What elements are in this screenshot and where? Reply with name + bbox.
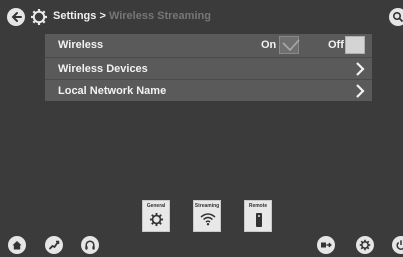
home-button[interactable]: [8, 236, 26, 254]
home-icon: [12, 241, 22, 250]
settings-tabs: General Streaming Remote: [0, 200, 403, 236]
search-button[interactable]: [389, 8, 403, 26]
wireless-devices-row[interactable]: Wireless Devices: [45, 57, 372, 79]
breadcrumb-current: Wireless Streaming: [108, 10, 211, 22]
tab-general[interactable]: General: [142, 200, 170, 232]
wireless-off-checkbox[interactable]: [345, 36, 365, 54]
power-icon: [396, 240, 403, 250]
tab-streaming[interactable]: Streaming: [193, 200, 221, 232]
performance-button[interactable]: [45, 236, 63, 254]
wireless-label: Wireless: [58, 39, 104, 51]
breadcrumb: Settings > Wireless Streaming: [53, 10, 211, 22]
source-input-button[interactable]: [317, 236, 335, 254]
local-network-name-row[interactable]: Local Network Name: [45, 79, 372, 101]
wireless-devices-label: Wireless Devices: [58, 63, 148, 75]
checkmark-icon: [282, 39, 300, 52]
search-icon: [392, 11, 403, 23]
chevron-right-icon: [356, 84, 365, 98]
top-bar: Settings > Wireless Streaming: [0, 0, 403, 32]
gear-icon: [359, 239, 371, 251]
local-network-name-label: Local Network Name: [58, 85, 167, 97]
wifi-icon: [200, 213, 216, 226]
settings-button[interactable]: [356, 236, 374, 254]
settings-list: Wireless On Off Wireless Devices Local N…: [45, 34, 372, 101]
tab-remote-label: Remote: [248, 203, 268, 209]
wireless-off-label: Off: [328, 39, 344, 51]
headphones-icon: [85, 240, 95, 250]
tab-streaming-label: Streaming: [194, 203, 220, 209]
chevron-right-icon: [356, 62, 365, 76]
headphones-button[interactable]: [81, 236, 99, 254]
tab-general-label: General: [146, 203, 166, 209]
power-button[interactable]: [392, 236, 403, 254]
wireless-row: Wireless On Off: [45, 34, 372, 56]
gear-icon: [31, 9, 47, 25]
wireless-on-label: On: [261, 39, 277, 51]
back-arrow-icon: [11, 12, 22, 22]
breadcrumb-parent[interactable]: Settings >: [53, 10, 106, 22]
wireless-on-checkbox[interactable]: [279, 36, 300, 54]
tab-remote[interactable]: Remote: [244, 200, 272, 232]
remote-icon: [256, 213, 262, 227]
back-button[interactable]: [7, 8, 25, 26]
source-input-icon: [321, 242, 332, 248]
performance-graph-icon: [48, 240, 60, 250]
gear-icon: [149, 212, 164, 227]
